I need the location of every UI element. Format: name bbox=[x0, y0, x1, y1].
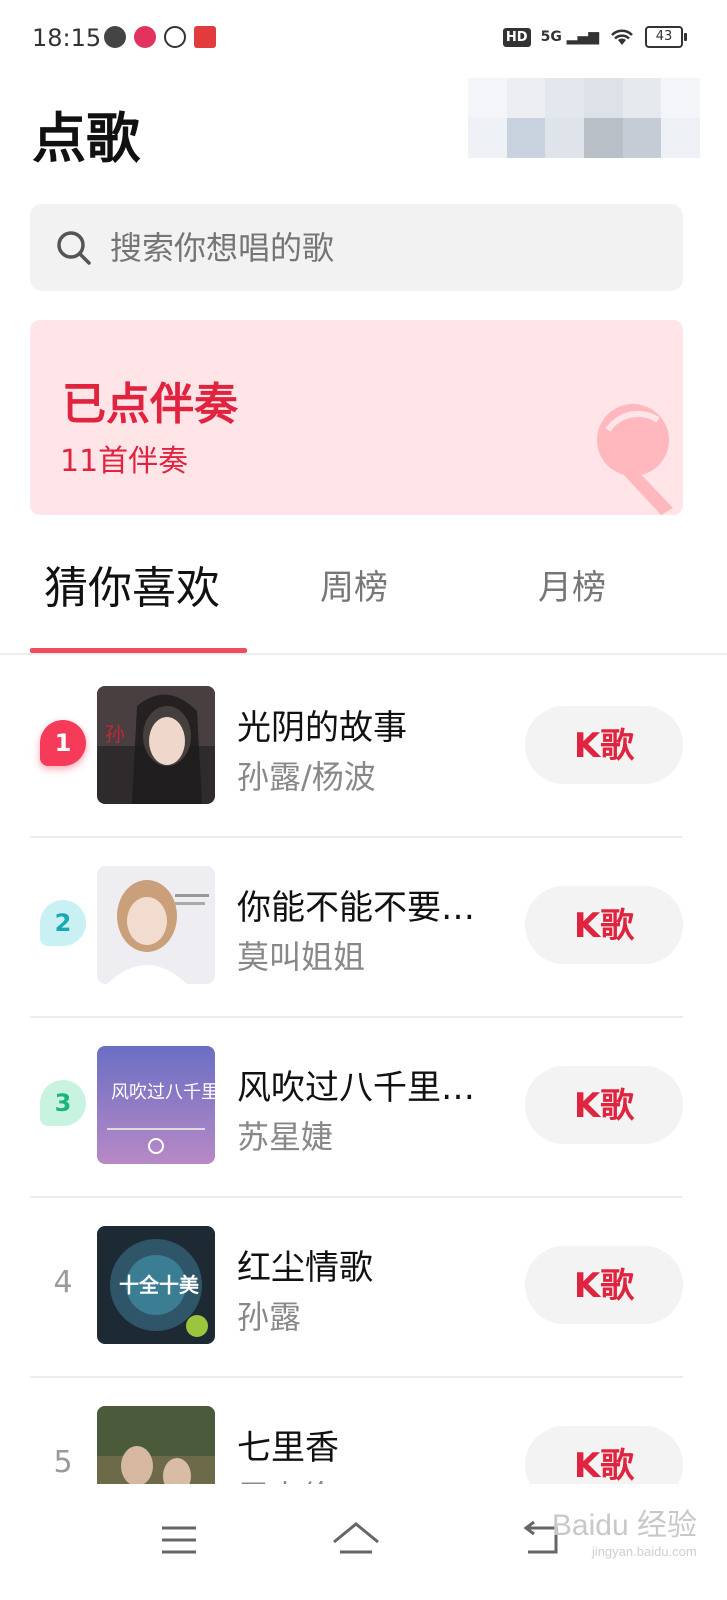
karaoke-button[interactable]: K歌 bbox=[525, 1246, 683, 1324]
home-icon[interactable] bbox=[326, 1510, 386, 1570]
app-notification-icon bbox=[104, 26, 126, 48]
rank-number: 4 bbox=[53, 1265, 73, 1300]
page-title: 点歌 bbox=[32, 107, 140, 170]
album-cover bbox=[97, 866, 215, 984]
karaoke-button[interactable]: K歌 bbox=[525, 886, 683, 964]
svg-text:风吹过八千里: 风吹过八千里 bbox=[111, 1082, 215, 1103]
song-row[interactable]: 1 孙 光阴的故事 孙露/杨波 K歌 bbox=[30, 656, 683, 838]
tab-guess-you-like[interactable]: 猜你喜欢 bbox=[44, 552, 220, 616]
song-title: 风吹过八千里… bbox=[237, 1068, 475, 1108]
song-row[interactable]: 2 你能不能不要… 莫叫姐姐 K歌 bbox=[30, 836, 683, 1018]
weibo-icon bbox=[164, 26, 186, 48]
status-right: HD 5G ▂▄▆ 43 bbox=[502, 26, 687, 48]
tab-monthly-chart[interactable]: 月榜 bbox=[538, 560, 606, 609]
rank-badge: 3 bbox=[40, 1080, 86, 1126]
song-singer: 莫叫姐姐 bbox=[237, 938, 366, 976]
tab-bar: 猜你喜欢 周榜 月榜 bbox=[0, 560, 727, 656]
search-bar[interactable] bbox=[30, 204, 683, 293]
song-singer: 孙露 bbox=[237, 1298, 302, 1336]
baidu-watermark: Baidu 经验 jingyan.baidu.com bbox=[551, 1509, 697, 1559]
app-notification-icon bbox=[134, 26, 156, 48]
hd-icon: HD bbox=[502, 27, 531, 47]
svg-text:十全十美: 十全十美 bbox=[119, 1273, 200, 1297]
karaoke-button[interactable]: K歌 bbox=[525, 706, 683, 784]
battery-icon: 43 bbox=[645, 26, 687, 48]
blurred-avatar-area bbox=[468, 78, 700, 158]
requested-tracks-banner[interactable]: 已点伴奏 11首伴奏 bbox=[30, 320, 683, 515]
status-time: 18:15 bbox=[32, 24, 102, 52]
rank-badge: 2 bbox=[40, 900, 86, 946]
song-singer: 苏星婕 bbox=[237, 1118, 334, 1156]
karaoke-button[interactable]: K歌 bbox=[525, 1066, 683, 1144]
status-bar: 18:15 HD 5G ▂▄▆ 43 bbox=[0, 0, 727, 76]
microphone-icon bbox=[597, 404, 673, 515]
song-singer: 孙露/杨波 bbox=[237, 758, 376, 796]
banner-title: 已点伴奏 bbox=[62, 379, 238, 430]
song-title: 红尘情歌 bbox=[237, 1248, 373, 1288]
menu-icon[interactable] bbox=[150, 1510, 210, 1570]
search-input[interactable] bbox=[108, 204, 652, 293]
wifi-icon bbox=[611, 29, 633, 45]
album-cover: 风吹过八千里 bbox=[97, 1046, 215, 1164]
divider bbox=[0, 653, 727, 655]
song-row[interactable]: 4 十全十美 红尘情歌 孙露 K歌 bbox=[30, 1196, 683, 1378]
svg-text:孙: 孙 bbox=[105, 722, 125, 746]
toutiao-icon bbox=[194, 26, 216, 48]
rank-number: 5 bbox=[53, 1445, 73, 1480]
search-icon bbox=[57, 231, 91, 265]
song-title: 七里香 bbox=[237, 1428, 339, 1468]
album-cover: 十全十美 bbox=[97, 1226, 215, 1344]
song-title: 你能不能不要… bbox=[237, 888, 475, 928]
rank-badge: 1 bbox=[40, 720, 86, 766]
song-row[interactable]: 3 风吹过八千里 风吹过八千里… 苏星婕 K歌 bbox=[30, 1016, 683, 1198]
tab-weekly-chart[interactable]: 周榜 bbox=[320, 560, 388, 609]
song-title: 光阴的故事 bbox=[237, 708, 407, 748]
banner-subtitle: 11首伴奏 bbox=[60, 444, 189, 479]
signal-icon: 5G ▂▄▆ bbox=[540, 29, 599, 45]
notification-icons bbox=[104, 26, 216, 48]
album-cover: 孙 bbox=[97, 686, 215, 804]
